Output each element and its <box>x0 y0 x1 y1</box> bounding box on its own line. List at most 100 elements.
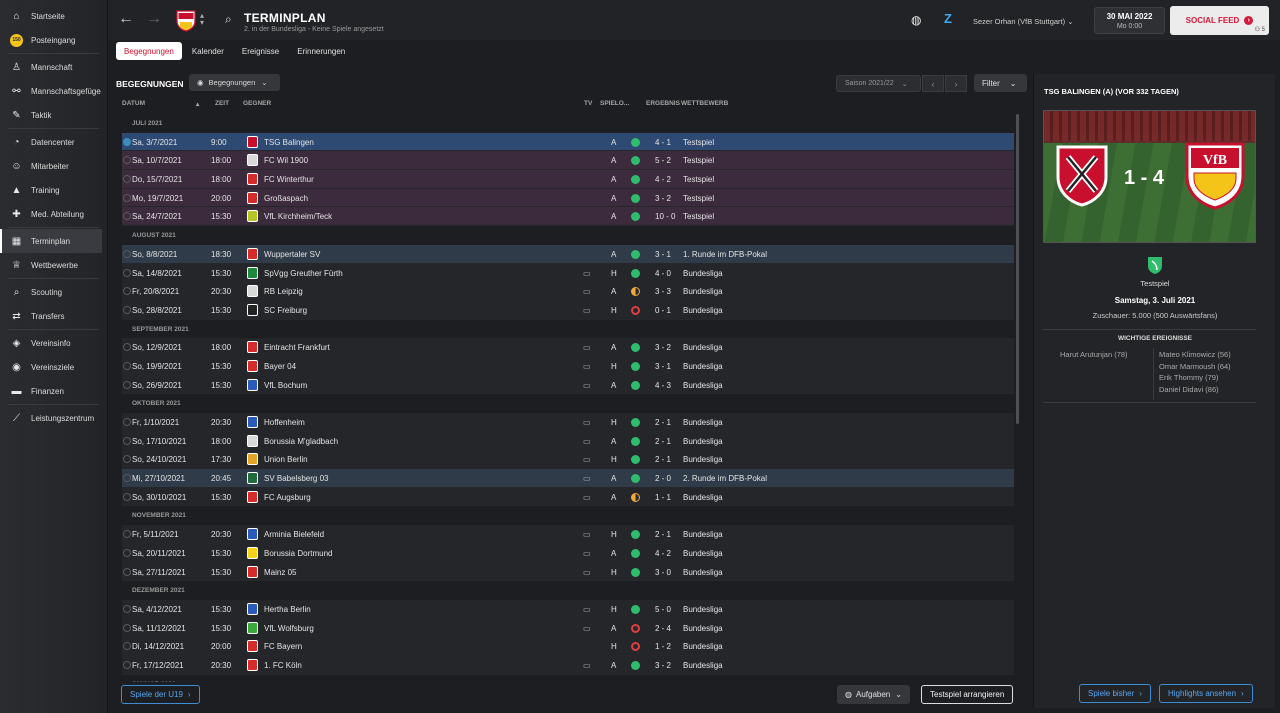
sidebar-item-wettbewerbe[interactable]: ♕ Wettbewerbe <box>0 253 107 277</box>
sidebar-item-med-abteilung[interactable]: ✚ Med. Abteilung <box>0 202 107 226</box>
prev-season-icon[interactable]: ‹ <box>922 75 944 92</box>
row-select-checkbox[interactable] <box>123 418 131 426</box>
sidebar-item-mannschaftsgefüge[interactable]: ⚯ Mannschaftsgefüge <box>0 79 107 103</box>
vfb-stuttgart-crest-icon[interactable] <box>176 10 196 32</box>
sidebar-item-startseite[interactable]: ⌂ Startseite <box>0 4 107 28</box>
table-row[interactable]: So, 19/9/2021 15:30 Bayer 04 H 3 - 1 Bundesli… <box>122 356 1014 376</box>
social-feed-button[interactable]: SOCIAL FEED › ⚇ 5 <box>1170 6 1269 35</box>
sidebar-item-training[interactable]: ▲ Training <box>0 178 107 202</box>
sidebar-item-vereinsziele[interactable]: ◉ Vereinsziele <box>0 355 107 379</box>
manager-name[interactable]: Sezer Orhan (VfB Stuttgart) ⌄ <box>973 17 1074 26</box>
row-select-checkbox[interactable] <box>123 623 131 632</box>
sidebar-item-taktik[interactable]: ✎ Taktik <box>0 103 107 127</box>
sidebar-item-vereinsinfo[interactable]: ◈ Vereinsinfo <box>0 331 107 355</box>
row-select-checkbox[interactable] <box>123 343 131 352</box>
scrollbar[interactable] <box>1016 114 1019 424</box>
table-row[interactable]: Sa, 4/12/2021 15:30 Hertha Berlin H 5 - 0 Bun… <box>122 599 1014 619</box>
search-icon[interactable]: ⌕ <box>225 12 232 27</box>
col-competition[interactable]: WETTBEWERB <box>681 100 728 107</box>
table-row[interactable]: Sa, 11/12/2021 15:30 VfL Wolfsburg A 2 - 4 Bu… <box>122 618 1014 638</box>
col-opponent[interactable]: GEGNER <box>243 100 271 107</box>
forward-arrow-icon[interactable]: → <box>146 10 162 28</box>
col-venue[interactable]: SPIELO... <box>600 100 629 107</box>
fm-logo-icon[interactable]: Z <box>944 11 952 26</box>
table-row[interactable]: So, 12/9/2021 18:00 Eintracht Frankfurt A 3 … <box>122 338 1014 357</box>
sidebar-item-mitarbeiter[interactable]: ☺ Mitarbeiter <box>0 154 107 178</box>
next-season-icon[interactable]: › <box>945 75 967 92</box>
row-select-checkbox[interactable] <box>123 492 131 501</box>
table-row[interactable]: So, 17/10/2021 18:00 Borussia M'gladbach A 2… <box>122 431 1014 451</box>
row-select-checkbox[interactable] <box>123 455 131 464</box>
row-select-checkbox[interactable] <box>123 287 131 296</box>
col-time[interactable]: ZEIT <box>215 100 229 107</box>
sidebar-item-scouting[interactable]: ⌕ Scouting <box>0 280 107 304</box>
row-select-checkbox[interactable] <box>123 604 131 613</box>
filter-button[interactable]: Filter ⌄ <box>974 74 1027 92</box>
col-tv[interactable]: TV <box>584 100 592 107</box>
previous-matches-button[interactable]: Spiele bisher › <box>1079 684 1151 703</box>
row-select-checkbox[interactable] <box>123 193 131 202</box>
training-icon: ▲ <box>11 184 22 196</box>
table-row[interactable]: Sa, 27/11/2021 15:30 Mainz 05 H 3 - 0 Bundesl… <box>122 562 1014 582</box>
tactics-icon: ✎ <box>12 109 21 121</box>
sidebar-item-leistungszentrum[interactable]: ⟋ Leistungszentrum <box>0 406 107 430</box>
tab-erinnerungen[interactable]: Erinnerungen <box>289 42 353 60</box>
row-select-checkbox[interactable] <box>123 567 131 576</box>
row-select-checkbox[interactable] <box>123 361 131 370</box>
row-select-checkbox[interactable] <box>123 175 131 184</box>
watch-highlights-button[interactable]: Highlights ansehen › <box>1159 684 1253 703</box>
table-row[interactable]: Sa, 14/8/2021 15:30 SpVgg Greuther Fürth H 4… <box>122 263 1014 283</box>
game-date[interactable]: 30 MAI 2022 Mo 0:00 <box>1094 7 1165 34</box>
arrange-friendly-button[interactable]: Testspiel arrangieren <box>921 685 1014 704</box>
sidebar-item-transfers[interactable]: ⇄ Transfers <box>0 304 107 328</box>
table-row[interactable]: So, 8/8/2021 18:30 Wuppertaler SV A 3 - 1 1. … <box>122 244 1014 264</box>
table-row[interactable]: So, 24/10/2021 17:30 Union Berlin H 2 - 1 Bun… <box>122 450 1014 470</box>
sidebar-item-datencenter[interactable]: ◔ Datencenter <box>0 130 107 154</box>
table-row[interactable]: Sa, 20/11/2021 15:30 Borussia Dortmund A 4 -… <box>122 543 1014 563</box>
table-row[interactable]: Do, 15/7/2021 18:00 FC Winterthur A 4 - 2 Tes… <box>122 170 1014 189</box>
row-select-checkbox[interactable] <box>123 380 131 389</box>
tasks-button[interactable]: ◍ Aufgaben ⌄ <box>837 685 910 704</box>
sidebar-item-mannschaft[interactable]: ♙ Mannschaft <box>0 55 107 79</box>
col-date[interactable]: DATUM <box>122 100 145 107</box>
table-row[interactable]: So, 30/10/2021 15:30 FC Augsburg A 1 - 1 Bund… <box>122 487 1014 507</box>
table-row[interactable]: Fr, 5/11/2021 20:30 Arminia Bielefeld H 2 - … <box>122 525 1014 544</box>
globe-icon[interactable]: ◍ <box>911 13 921 27</box>
row-select-checkbox[interactable] <box>123 530 131 539</box>
table-row[interactable]: Mo, 19/7/2021 20:00 Großaspach A 3 - 2 Testsp… <box>122 188 1014 208</box>
club-switch-chevron-icon[interactable]: ▴ ▾ <box>200 12 204 27</box>
table-row[interactable]: Sa, 24/7/2021 15:30 VfL Kirchheim/Teck A 10 … <box>122 207 1014 227</box>
result-win-icon <box>631 380 640 390</box>
table-row[interactable]: Fr, 1/10/2021 20:30 Hoffenheim H 2 - 1 Bundes… <box>122 413 1014 432</box>
sidebar-item-terminplan[interactable]: ▦ Terminplan <box>0 229 102 253</box>
row-select-checkbox[interactable] <box>123 268 131 277</box>
tab-ereignisse[interactable]: Ereignisse <box>234 42 287 60</box>
row-select-checkbox[interactable] <box>123 642 131 651</box>
row-select-checkbox[interactable] <box>123 137 131 146</box>
u19-fixtures-button[interactable]: Spiele der U19 › <box>121 685 200 704</box>
view-dropdown[interactable]: ◉ Begegnungen ⌄ <box>189 74 280 91</box>
table-row[interactable]: Sa, 3/7/2021 9:00 TSG Balingen A 4 - 1 Testsp… <box>122 132 1014 152</box>
row-select-checkbox[interactable] <box>123 156 131 165</box>
row-select-checkbox[interactable] <box>123 212 131 221</box>
table-row[interactable]: Fr, 17/12/2021 20:30 1. FC Köln A 3 - 2 Bunde… <box>122 655 1014 675</box>
row-select-checkbox[interactable] <box>123 474 131 483</box>
row-select-checkbox[interactable] <box>123 548 131 557</box>
table-row[interactable]: Mi, 27/10/2021 20:45 SV Babelsberg 03 A 2 - … <box>122 469 1014 488</box>
table-row[interactable]: Fr, 20/8/2021 20:30 RB Leipzig A 3 - 3 Bundes… <box>122 282 1014 301</box>
sidebar-item-posteingang[interactable]: 150 Posteingang <box>0 28 107 52</box>
tab-kalender[interactable]: Kalender <box>184 42 232 60</box>
table-row[interactable]: So, 26/9/2021 15:30 VfL Bochum A 4 - 3 Bundes… <box>122 375 1014 395</box>
table-row[interactable]: Di, 14/12/2021 20:00 FC Bayern H 1 - 2 Bundes… <box>122 637 1014 656</box>
col-result[interactable]: ERGEBNIS <box>646 100 680 107</box>
back-arrow-icon[interactable]: ← <box>118 10 134 28</box>
row-select-checkbox[interactable] <box>123 305 131 314</box>
row-select-checkbox[interactable] <box>123 660 131 669</box>
season-select[interactable]: Saison 2021/22 ⌄ <box>836 75 921 92</box>
tab-begegnungen[interactable]: Begegnungen <box>116 42 182 60</box>
row-select-checkbox[interactable] <box>123 436 131 445</box>
sidebar-item-finanzen[interactable]: ▬ Finanzen <box>0 379 107 403</box>
table-row[interactable]: So, 28/8/2021 15:30 SC Freiburg H 0 - 1 Bunde… <box>122 300 1014 320</box>
row-select-checkbox[interactable] <box>123 249 131 258</box>
table-row[interactable]: Sa, 10/7/2021 18:00 FC Wil 1900 A 5 - 2 Tests… <box>122 151 1014 171</box>
